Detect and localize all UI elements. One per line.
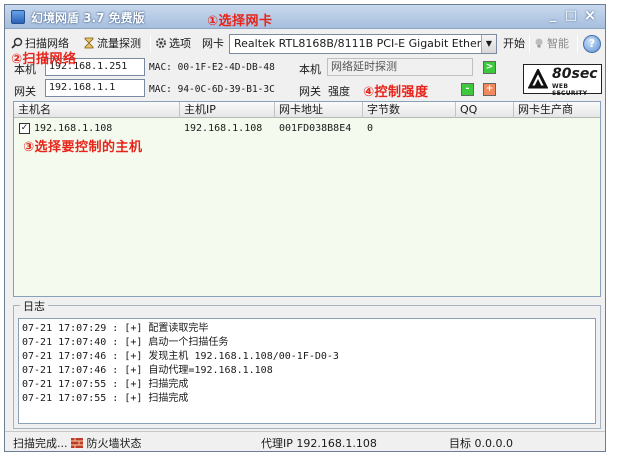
- nic-select-value: Realtek RTL8168B/8111B PCI-E Gigabit Eth…: [234, 37, 489, 50]
- close-button[interactable]: ×: [582, 8, 598, 24]
- brand-logo: 80sec WEB SECURITY: [523, 64, 602, 97]
- gateway-label: 网关: [14, 85, 36, 98]
- target-status: 目标 0.0.0.0: [449, 437, 513, 450]
- start-button[interactable]: 开始: [503, 36, 525, 52]
- log-line: 07-21 17:07:40 : [+] 启动一个扫描任务: [22, 337, 229, 348]
- bulb-icon: [535, 38, 543, 48]
- logo-sub-text: WEB SECURITY: [552, 83, 588, 97]
- toolbar-separator: [529, 35, 530, 53]
- col-vendor[interactable]: 网卡生产商: [514, 102, 600, 118]
- smart-button[interactable]: 智能: [533, 36, 569, 52]
- gear-icon: [156, 38, 166, 48]
- annotation-select-host: ③选择要控制的主机: [23, 140, 143, 155]
- host-mac-cell: 001FD038B8E4: [279, 123, 352, 134]
- log-line: 07-21 17:07:29 : [+] 配置读取完毕: [22, 323, 209, 334]
- latency-probe-field: 网络延时探测: [327, 58, 473, 76]
- log-line: 07-21 17:07:55 : [+] 扫描完成: [22, 379, 189, 390]
- gateway-label-2: 网关: [299, 85, 321, 98]
- host-list-header: 主机名 主机IP 网卡地址 字节数 QQ 网卡生产商: [14, 102, 600, 118]
- host-list[interactable]: 主机名 主机IP 网卡地址 字节数 QQ 网卡生产商 ✓ 192.168.1.1…: [13, 101, 601, 297]
- gateway-ip-field[interactable]: 192.168.1.1: [45, 79, 145, 97]
- strength-label: 强度: [328, 85, 350, 98]
- host-ip-cell: 192.168.1.108: [184, 123, 263, 134]
- options-button[interactable]: 选项: [155, 36, 191, 52]
- nic-label: 网卡: [202, 37, 224, 50]
- firewall-icon: [71, 438, 83, 448]
- maximize-button[interactable]: □: [563, 8, 579, 24]
- col-nic-address[interactable]: 网卡地址: [275, 102, 363, 118]
- title-bar[interactable]: 幻境网盾 3.7 免费版 _ □ ×: [5, 5, 605, 29]
- host-bytes-cell: 0: [367, 123, 374, 134]
- annotation-strength: ④控制强度: [363, 85, 429, 100]
- col-qq[interactable]: QQ: [456, 102, 514, 118]
- log-line: 07-21 17:07:46 : [+] 发现主机 192.168.1.108/…: [22, 351, 339, 362]
- options-label: 选项: [169, 37, 191, 50]
- log-textbox[interactable]: 07-21 17:07:29 : [+] 配置读取完毕 07-21 17:07:…: [18, 318, 596, 424]
- col-host-ip[interactable]: 主机IP: [180, 102, 275, 118]
- firewall-status-label: 防火墙状态: [86, 437, 142, 450]
- logo-main-text: 80sec: [552, 66, 598, 82]
- toolbar-separator: [577, 35, 578, 53]
- traffic-probe-label: 流量探测: [97, 37, 141, 50]
- nic-select[interactable]: Realtek RTL8168B/8111B PCI-E Gigabit Eth…: [229, 34, 497, 54]
- col-bytes[interactable]: 字节数: [363, 102, 456, 118]
- help-button[interactable]: ?: [583, 35, 601, 53]
- log-line: 07-21 17:07:55 : [+] 扫描完成: [22, 393, 189, 404]
- toolbar: 扫描网络 流量探测 选项 网卡 Realtek RTL8168B/8111B P…: [5, 30, 605, 56]
- window-title: 幻境网盾 3.7 免费版: [31, 11, 145, 25]
- status-bar: 扫描完成... 防火墙状态 代理IP 192.168.1.108 目标 0.0.…: [5, 431, 605, 451]
- local-label-2: 本机: [299, 63, 321, 76]
- proxy-ip-status: 代理IP 192.168.1.108: [261, 437, 377, 450]
- main-window: 幻境网盾 3.7 免费版 _ □ × 扫描网络 流量探测 选项 网卡 Realt…: [4, 4, 606, 452]
- traffic-probe-button[interactable]: 流量探测: [83, 36, 141, 52]
- annotation-select-nic: ①选择网卡: [207, 14, 273, 29]
- hourglass-icon: [84, 37, 94, 49]
- gateway-mac: MAC: 94-0C-6D-39-B1-3C: [149, 84, 275, 95]
- latency-go-button[interactable]: >: [483, 61, 496, 74]
- toolbar-separator: [150, 35, 151, 53]
- minimize-button[interactable]: _: [545, 8, 561, 24]
- col-hostname[interactable]: 主机名: [14, 102, 180, 118]
- firewall-status[interactable]: 防火墙状态: [71, 435, 142, 451]
- log-title: 日志: [20, 298, 48, 314]
- strength-decrease-button[interactable]: -: [461, 83, 474, 96]
- strength-increase-button[interactable]: +: [483, 83, 496, 96]
- host-name-cell: 192.168.1.108: [34, 123, 113, 134]
- chevron-down-icon[interactable]: ▼: [481, 35, 496, 53]
- annotation-scan-network: ②扫描网络: [11, 52, 77, 67]
- app-icon: [11, 10, 25, 24]
- log-line: 07-21 17:07:46 : [+] 自动代理=192.168.1.108: [22, 365, 273, 376]
- host-checkbox[interactable]: ✓: [19, 123, 30, 134]
- smart-label: 智能: [547, 37, 569, 50]
- table-row[interactable]: ✓ 192.168.1.108 192.168.1.108 001FD038B8…: [14, 121, 600, 137]
- scan-status: 扫描完成...: [13, 437, 68, 450]
- local-mac: MAC: 00-1F-E2-4D-DB-48: [149, 62, 275, 73]
- log-group: 日志 07-21 17:07:29 : [+] 配置读取完毕 07-21 17:…: [13, 298, 601, 429]
- logo-mark-icon: [528, 69, 548, 89]
